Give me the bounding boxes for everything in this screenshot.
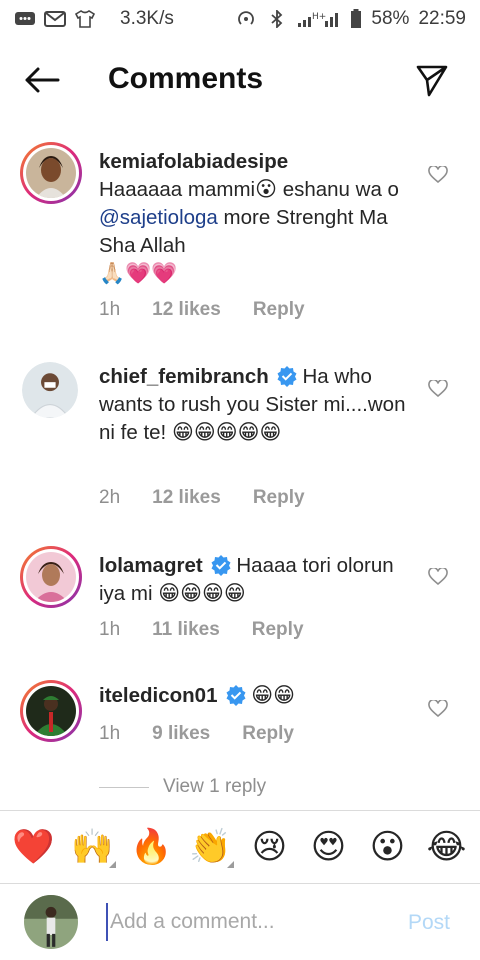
verified-badge-icon (277, 366, 297, 387)
heart-eyes-emoji: 😍 (310, 828, 347, 866)
paper-plane-icon (416, 65, 448, 97)
comment-text: kemiafolabiadesipe Haaaaaa mammi😮 eshanu… (99, 148, 409, 288)
comment-meta: 1h 12 likes Reply (99, 299, 337, 321)
verified-badge-icon (226, 685, 246, 706)
clap-emoji: 👏 (189, 828, 232, 866)
comment-time: 1h (99, 723, 121, 744)
comment-username[interactable]: iteledicon01 (99, 684, 218, 707)
grin-emoji-group: 😁😁😁😁😁 (171, 421, 282, 444)
heart-icon (428, 566, 448, 586)
back-arrow-icon (25, 67, 60, 93)
svg-text:H+: H+ (312, 12, 326, 22)
mention-link[interactable]: @sajetiologa (99, 206, 218, 229)
raised-hands-emoji: 🙌 (71, 828, 114, 866)
astonished-emoji: 😮 (255, 178, 277, 201)
profile-photo (26, 148, 76, 198)
post-button[interactable]: Post (408, 911, 450, 935)
skin-tone-indicator (108, 861, 116, 868)
comment-text: iteledicon01 😁😁 (99, 682, 409, 710)
page-title: Comments (108, 62, 264, 95)
like-comment-button[interactable] (428, 698, 448, 718)
reply-button[interactable]: Reply (252, 619, 304, 641)
network-speed: 3.3K/s (120, 8, 174, 29)
heart-icon (428, 164, 448, 184)
view-replies-label: View 1 reply (163, 776, 267, 797)
fire-emoji-button[interactable]: 🔥 (129, 824, 175, 870)
clock: 22:59 (418, 8, 466, 29)
comment-meta: 2h 12 likes Reply (99, 487, 337, 509)
like-comment-button[interactable] (428, 566, 448, 586)
heart-emoji: ❤️ (12, 828, 55, 866)
profile-photo (26, 686, 76, 736)
comment-username[interactable]: chief_femibranch (99, 365, 269, 388)
like-comment-button[interactable] (428, 378, 448, 398)
likes-count[interactable]: 12 likes (152, 299, 221, 321)
tshirt-icon (74, 10, 96, 28)
signal-icon: H+ (297, 10, 341, 28)
avatar[interactable] (20, 680, 82, 742)
comment-text: lolamagret Haaaa tori olorun iya mi 😁😁😁😁 (99, 552, 409, 608)
reply-button[interactable]: Reply (242, 723, 294, 745)
like-comment-button[interactable] (428, 164, 448, 184)
laugh-emoji: 😂 (426, 828, 467, 866)
comment-time: 2h (99, 487, 121, 508)
raised-hands-emoji-button[interactable]: 🙌 (70, 824, 116, 870)
fire-emoji: 🔥 (130, 828, 173, 866)
comment-time: 1h (99, 619, 121, 640)
hotspot-icon (235, 10, 257, 28)
sad-emoji: 😢 (251, 828, 288, 866)
grin-emoji-group: 😁😁 (251, 684, 295, 707)
avatar[interactable] (20, 142, 82, 204)
comment-username[interactable]: kemiafolabiadesipe (99, 150, 288, 173)
battery-percent: 58% (371, 8, 410, 29)
likes-count[interactable]: 11 likes (152, 619, 220, 641)
share-button[interactable] (412, 60, 452, 100)
heart-emoji-button[interactable]: ❤️ (11, 824, 57, 870)
profile-photo (24, 895, 78, 949)
heart-icon (428, 698, 448, 718)
skin-tone-indicator (226, 861, 234, 868)
avatar[interactable] (20, 546, 82, 608)
chat-notification-icon (14, 10, 36, 28)
comment-composer: Post (0, 885, 480, 960)
likes-count[interactable]: 12 likes (152, 487, 221, 509)
comment-meta: 1h 9 likes Reply (99, 723, 326, 745)
heart-eyes-emoji-button[interactable]: 😍 (306, 824, 352, 870)
header-bar: Comments (0, 46, 480, 114)
laugh-emoji-button[interactable]: 😂 (424, 824, 470, 870)
divider (99, 786, 149, 788)
battery-icon (350, 9, 362, 28)
heart-icon (428, 378, 448, 398)
clap-emoji-button[interactable]: 👏 (188, 824, 234, 870)
my-avatar (24, 895, 78, 949)
verified-badge-icon (211, 555, 231, 576)
likes-count[interactable]: 9 likes (152, 723, 210, 745)
comment-text-segment: Haaaaaa mammi (99, 178, 256, 201)
reply-button[interactable]: Reply (253, 487, 305, 509)
comment-username[interactable]: lolamagret (99, 554, 203, 577)
grin-emoji-group: 😁😁😁😁 (158, 582, 246, 605)
astonished-emoji: 😮 (369, 828, 406, 866)
comment-meta: 1h 11 likes Reply (99, 619, 336, 641)
bluetooth-icon (266, 10, 288, 28)
pray-hearts-emoji: 🙏🏻💗💗 (99, 262, 178, 285)
sad-emoji-button[interactable]: 😢 (247, 824, 293, 870)
view-replies-button[interactable]: View 1 reply (99, 776, 266, 798)
quick-emoji-bar: ❤️ 🙌 🔥 👏 😢 😍 😮 😂 (0, 810, 480, 884)
comment-input[interactable] (106, 903, 386, 941)
astonished-emoji-button[interactable]: 😮 (365, 824, 411, 870)
back-button[interactable] (22, 62, 62, 98)
profile-photo (26, 552, 76, 602)
status-bar: 3.3K/s H+ 58% 22:59 (0, 0, 480, 38)
comment-text: chief_femibranch Ha who wants to rush yo… (99, 363, 409, 447)
reply-button[interactable]: Reply (253, 299, 305, 321)
profile-photo (22, 362, 78, 418)
gmail-icon (44, 10, 66, 28)
comment-text-segment: eshanu wa o (277, 178, 399, 201)
comment-time: 1h (99, 299, 121, 320)
avatar[interactable] (22, 362, 78, 418)
